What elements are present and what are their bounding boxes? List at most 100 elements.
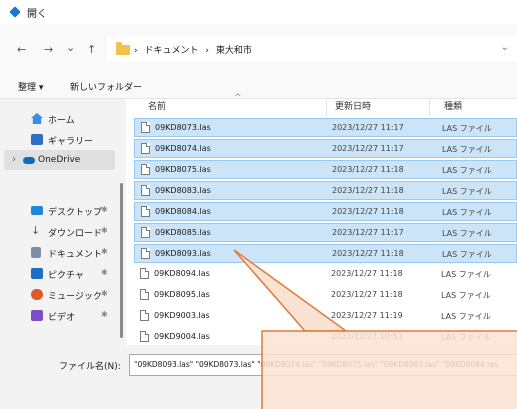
file-type: LAS ファイル	[441, 291, 491, 300]
command-bar: 整理 ▾ 新しいフォルダー	[0, 72, 517, 99]
pin-icon: ✱	[101, 289, 108, 298]
desktop-icon	[31, 206, 43, 215]
file-date: 2023/12/27 11:19	[331, 311, 403, 320]
file-type: LAS ファイル	[442, 208, 492, 217]
file-date: 2023/12/27 11:18	[331, 269, 403, 278]
file-row[interactable]: 09KD8074.las 2023/12/27 11:17 LAS ファイル	[134, 139, 517, 158]
column-divider[interactable]	[326, 99, 327, 117]
file-row[interactable]: 09KD9003.las 2023/12/27 11:19 LAS ファイル	[134, 307, 517, 326]
organize-button[interactable]: 整理 ▾	[18, 80, 43, 93]
file-list: 名前 ^ 更新日時 種類 09KD8073.las 2023/12/27 11:1…	[126, 93, 517, 345]
breadcrumb: › ドキュメント › 東大和市	[134, 43, 256, 56]
up-icon[interactable]: ↑	[87, 43, 96, 56]
file-row[interactable]: 09KD8093.las 2023/12/27 11:18 LAS ファイル	[134, 244, 517, 263]
music-icon	[31, 289, 43, 300]
forward-icon[interactable]: →	[44, 43, 53, 56]
file-name: 09KD8085.las	[155, 228, 211, 237]
file-row[interactable]: 09KD8083.las 2023/12/27 11:18 LAS ファイル	[134, 181, 517, 200]
column-header-type[interactable]: 種類	[444, 99, 462, 112]
file-row[interactable]: 09KD8073.las 2023/12/27 11:17 LAS ファイル	[134, 118, 517, 137]
sidebar-item-desktop[interactable]: デスクトップ ✱	[31, 201, 116, 221]
filename-input[interactable]: "09KD8093.las" "09KD8073.las" "09KD8074.…	[129, 354, 517, 376]
download-icon: ↓	[31, 224, 41, 237]
file-icon	[141, 248, 150, 259]
file-type: LAS ファイル	[441, 333, 491, 342]
column-header-name[interactable]: 名前	[148, 99, 166, 112]
file-date: 2023/12/27 11:18	[332, 207, 404, 216]
navigation-bar: ← → ⌄ ↑ › ドキュメント › 東大和市 ⌄	[0, 24, 517, 72]
column-header-date[interactable]: 更新日時	[335, 99, 371, 112]
file-icon	[141, 143, 150, 154]
file-name: 09KD8093.las	[155, 249, 211, 258]
file-type: LAS ファイル	[442, 145, 492, 154]
file-name: 09KD8083.las	[155, 186, 211, 195]
sidebar-item-onedrive[interactable]: › OneDrive	[12, 151, 112, 171]
pin-icon: ✱	[101, 205, 108, 214]
file-name: 09KD9003.las	[154, 311, 210, 320]
open-file-dialog: 開く ← → ⌄ ↑ › ドキュメント › 東大和市 ⌄ 整理 ▾ 新しいフォル…	[0, 0, 517, 409]
breadcrumb-documents[interactable]: ドキュメント	[144, 46, 198, 56]
window-title: 開く	[27, 9, 47, 20]
videos-icon	[31, 310, 43, 321]
sidebar-item-music[interactable]: ミュージック ✱	[31, 285, 116, 305]
file-icon	[141, 185, 150, 196]
file-name: 09KD9004.las	[154, 332, 210, 341]
pin-icon: ✱	[101, 247, 108, 256]
navigation-pane: ホーム ギャラリー › OneDrive デスクトップ ✱ ↓ ダウンロード ✱…	[0, 99, 125, 345]
column-divider[interactable]	[429, 99, 430, 117]
file-row[interactable]: 09KD8075.las 2023/12/27 11:18 LAS ファイル	[134, 160, 517, 179]
file-name: 09KD8075.las	[155, 165, 211, 174]
breadcrumb-separator-icon: ›	[205, 46, 209, 56]
sidebar-scrollbar[interactable]	[120, 183, 123, 338]
onedrive-icon	[23, 157, 35, 164]
file-type: LAS ファイル	[442, 229, 492, 238]
file-name: 09KD8094.las	[154, 269, 210, 278]
file-icon	[141, 206, 150, 217]
documents-icon	[31, 247, 41, 258]
recent-locations-icon[interactable]: ⌄	[66, 41, 75, 54]
sidebar-item-videos[interactable]: ビデオ ✱	[31, 306, 116, 326]
pictures-icon	[31, 268, 43, 279]
address-bar[interactable]: › ドキュメント › 東大和市 ⌄	[107, 36, 517, 62]
file-row[interactable]: 09KD8094.las 2023/12/27 11:18 LAS ファイル	[134, 265, 517, 284]
file-icon	[140, 310, 149, 321]
file-type: LAS ファイル	[441, 270, 491, 279]
file-row[interactable]: 09KD8084.las 2023/12/27 11:18 LAS ファイル	[134, 202, 517, 221]
file-name: 09KD8073.las	[155, 123, 211, 132]
breadcrumb-separator-icon: ›	[134, 46, 138, 56]
sidebar-item-documents[interactable]: ドキュメント ✱	[31, 243, 116, 263]
file-type: LAS ファイル	[442, 124, 492, 133]
file-type: LAS ファイル	[442, 166, 492, 175]
file-type: LAS ファイル	[441, 312, 491, 321]
file-icon	[141, 164, 150, 175]
file-date: 2023/12/27 11:17	[332, 123, 404, 132]
pin-icon: ✱	[101, 226, 108, 235]
file-name: 09KD8095.las	[154, 290, 210, 299]
file-type: LAS ファイル	[442, 250, 492, 259]
sort-ascending-icon: ^	[234, 93, 242, 103]
sidebar-item-pictures[interactable]: ピクチャ ✱	[31, 264, 116, 284]
home-icon	[31, 113, 43, 124]
file-row[interactable]: 09KD8095.las 2023/12/27 11:18 LAS ファイル	[134, 286, 517, 305]
gallery-icon	[31, 134, 43, 145]
file-date: 2023/12/27 11:18	[332, 249, 404, 258]
expand-chevron-icon[interactable]: ›	[12, 154, 16, 165]
sidebar-item-downloads[interactable]: ↓ ダウンロード ✱	[31, 222, 116, 242]
back-icon[interactable]: ←	[17, 43, 26, 56]
breadcrumb-higashiyamato[interactable]: 東大和市	[216, 46, 252, 56]
chevron-down-icon[interactable]: ⌄	[501, 42, 509, 53]
new-folder-button[interactable]: 新しいフォルダー	[70, 80, 142, 93]
pin-icon: ✱	[101, 310, 108, 319]
file-row[interactable]: 09KD8085.las 2023/12/27 11:17 LAS ファイル	[134, 223, 517, 242]
file-date: 2023/12/27 10:51	[331, 332, 403, 341]
folder-icon	[116, 42, 130, 55]
pin-icon: ✱	[101, 268, 108, 277]
title-bar: 開く	[0, 0, 517, 24]
file-name: 09KD8084.las	[155, 207, 211, 216]
file-icon	[140, 331, 149, 342]
file-icon	[140, 268, 149, 279]
file-icon	[141, 122, 150, 133]
file-date: 2023/12/27 11:18	[332, 186, 404, 195]
file-icon	[140, 289, 149, 300]
file-date: 2023/12/27 11:17	[332, 144, 404, 153]
